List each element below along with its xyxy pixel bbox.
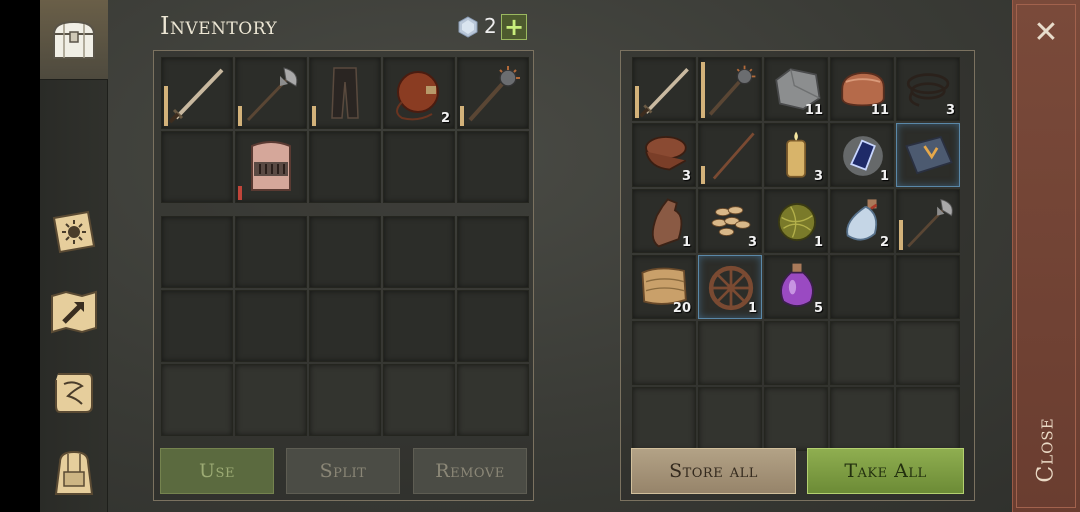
inventory-slot[interactable] (235, 364, 307, 436)
storage-slot[interactable]: 1 (698, 255, 762, 319)
halberd-icon (907, 198, 953, 248)
item-count: 3 (681, 169, 691, 184)
inventory-slot[interactable] (383, 216, 455, 288)
storage-slot[interactable]: 3 (896, 57, 960, 121)
backpack-grid (161, 216, 529, 436)
storage-slot[interactable]: 2 (830, 189, 894, 253)
inventory-slot[interactable] (161, 216, 233, 288)
storage-slot[interactable]: 20 (632, 255, 696, 319)
storage-slot[interactable]: 3 (698, 189, 762, 253)
inventory-slot[interactable] (309, 57, 381, 129)
storage-slot[interactable] (764, 387, 828, 451)
inventory-slot[interactable] (161, 131, 233, 203)
take-all-button[interactable]: Take All (807, 448, 964, 494)
storage-slot[interactable] (698, 387, 762, 451)
split-button[interactable]: Split (286, 448, 400, 494)
storage-slot[interactable] (698, 123, 762, 187)
inventory-slot[interactable] (457, 57, 529, 129)
buy-gems-button[interactable]: + (501, 14, 527, 40)
item-count: 2 (440, 111, 450, 126)
storage-slot[interactable] (764, 321, 828, 385)
close-icon[interactable]: ✕ (1030, 15, 1062, 50)
equipment-grid: 2 (161, 57, 529, 203)
item-count: 5 (813, 301, 823, 316)
inventory-slot[interactable] (235, 216, 307, 288)
inventory-title: Inventory (160, 12, 278, 40)
item-count: 11 (804, 103, 823, 118)
storage-slot[interactable] (896, 321, 960, 385)
storage-slot[interactable] (830, 321, 894, 385)
inventory-slot[interactable] (235, 57, 307, 129)
item-count: 1 (681, 235, 691, 250)
storage-slot[interactable] (632, 387, 696, 451)
storage-slot[interactable]: 1 (830, 123, 894, 187)
storage-slot[interactable]: 11 (764, 57, 828, 121)
storage-slot[interactable] (896, 189, 960, 253)
mace-icon (468, 66, 520, 122)
book-icon (905, 135, 953, 175)
inventory-slot[interactable] (457, 364, 529, 436)
inventory-slot[interactable] (235, 131, 307, 203)
storage-slot[interactable] (896, 123, 960, 187)
inventory-slot[interactable] (161, 57, 233, 129)
gem-count: 2 (484, 14, 497, 38)
inventory-slot[interactable] (457, 131, 529, 203)
inventory-slot[interactable] (383, 364, 455, 436)
use-button[interactable]: Use (160, 448, 274, 494)
inventory-slot[interactable] (161, 290, 233, 362)
great-helm-icon (251, 141, 291, 191)
halberd-icon (246, 67, 298, 122)
storage-slot[interactable] (698, 321, 762, 385)
inventory-slot[interactable] (309, 290, 381, 362)
storage-slot[interactable]: 1 (764, 189, 828, 253)
item-count: 3 (945, 103, 955, 118)
inventory-slot[interactable] (383, 290, 455, 362)
storage-slot[interactable] (896, 387, 960, 451)
storage-slot[interactable]: 3 (764, 123, 828, 187)
store-all-button[interactable]: Store all (631, 448, 796, 494)
chest-icon[interactable] (46, 12, 102, 68)
inventory-slot[interactable] (457, 216, 529, 288)
item-count: 3 (813, 169, 823, 184)
leather-pants-icon (331, 67, 359, 119)
item-count: 20 (672, 301, 691, 316)
stick-icon (712, 132, 755, 180)
storage-slot[interactable]: 3 (632, 123, 696, 187)
inventory-slot[interactable] (309, 131, 381, 203)
storage-slot[interactable] (698, 57, 762, 121)
inventory-slot[interactable] (383, 131, 455, 203)
sun-book-icon[interactable] (46, 204, 102, 260)
storage-slot[interactable] (632, 57, 696, 121)
storage-slot[interactable]: 5 (764, 255, 828, 319)
storage-slot[interactable]: 1 (632, 189, 696, 253)
inventory-slot[interactable] (235, 290, 307, 362)
inventory-slot[interactable] (161, 364, 233, 436)
crafting-map-icon[interactable] (46, 284, 102, 340)
storage-slot[interactable] (896, 255, 960, 319)
gem-icon (458, 16, 478, 38)
close-label[interactable]: Close (1034, 417, 1059, 482)
inventory-slot[interactable] (309, 364, 381, 436)
storage-grid: 11 11 3 3 3 1 1 3 1 2 20 1 5 (632, 57, 960, 451)
sword-icon (639, 67, 689, 118)
item-count: 2 (879, 235, 889, 250)
item-count: 3 (747, 235, 757, 250)
sword-icon (168, 68, 224, 124)
storage-slot[interactable]: 11 (830, 57, 894, 121)
storage-slot[interactable] (830, 387, 894, 451)
storage-slot[interactable] (830, 255, 894, 319)
storage-slot[interactable] (632, 321, 696, 385)
inventory-slot[interactable] (457, 290, 529, 362)
mace-icon (708, 65, 756, 116)
item-count: 1 (879, 169, 889, 184)
backpack-icon[interactable] (46, 444, 102, 500)
scroll-icon[interactable] (46, 364, 102, 420)
screen-edge (0, 0, 40, 512)
item-count: 1 (747, 301, 757, 316)
item-count: 11 (870, 103, 889, 118)
inventory-slot[interactable]: 2 (383, 57, 455, 129)
inventory-slot[interactable] (309, 216, 381, 288)
item-count: 1 (813, 235, 823, 250)
remove-button[interactable]: Remove (413, 448, 527, 494)
